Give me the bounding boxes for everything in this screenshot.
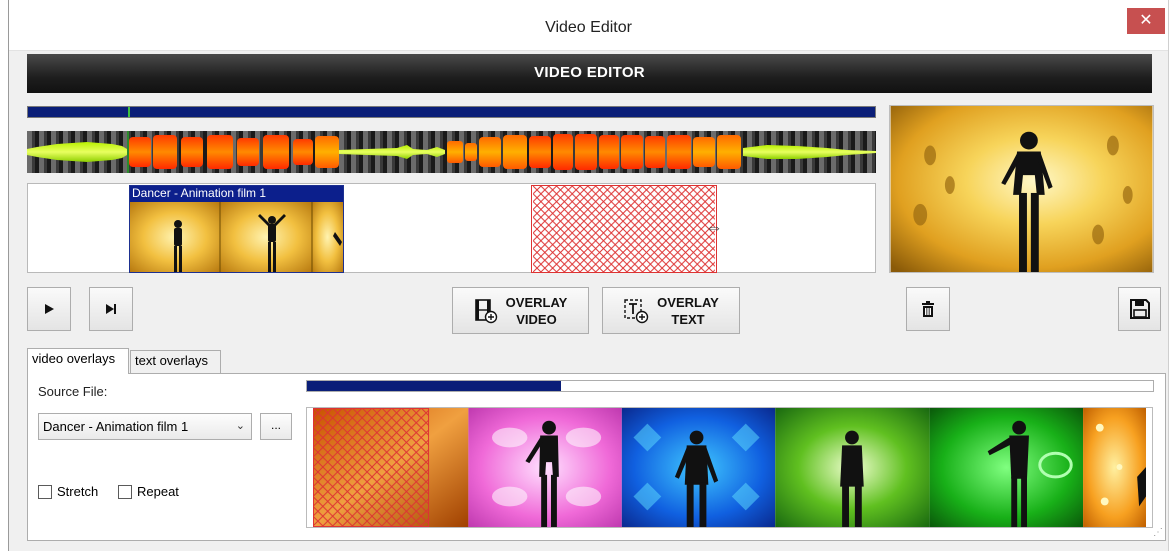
tab-text-overlays[interactable]: text overlays — [130, 350, 221, 373]
overlay-text-label-line1: OVERLAY — [657, 294, 719, 310]
overlay-region[interactable] — [531, 185, 717, 273]
window-title: Video Editor — [545, 19, 632, 36]
overlay-text-label-line2: TEXT — [671, 311, 705, 327]
source-file-value: Dancer - Animation film 1 — [43, 419, 189, 434]
source-filmstrip[interactable] — [306, 407, 1153, 528]
repeat-checkbox[interactable]: Repeat — [118, 484, 179, 499]
stretch-label: Stretch — [57, 484, 99, 499]
save-button[interactable] — [1118, 287, 1161, 331]
audio-waveform[interactable] — [27, 131, 876, 173]
film-add-icon — [474, 298, 497, 323]
overlay-video-label-line1: OVERLAY — [505, 294, 568, 310]
overlay-video-label-line2: VIDEO — [516, 311, 557, 327]
playhead-marker[interactable] — [128, 107, 130, 117]
trash-icon — [922, 301, 934, 317]
resize-grip-icon[interactable]: ⋰ — [1153, 527, 1163, 538]
video-overlays-panel: Source File: Dancer - Animation film 1 ⌄… — [27, 373, 1166, 541]
overlay-text-label: OVERLAY TEXT — [657, 294, 719, 328]
overlay-video-label: OVERLAY VIDEO — [506, 294, 568, 328]
save-icon — [1129, 299, 1150, 319]
overlay-text-button[interactable]: OVERLAY TEXT — [602, 287, 740, 334]
clip-label: Dancer - Animation film 1 — [130, 186, 343, 202]
chevron-down-icon: ⌄ — [235, 420, 245, 432]
timeline-position-bar[interactable] — [27, 106, 876, 118]
clip-track[interactable]: Dancer - Animation film 1 ⇔ — [27, 183, 876, 273]
source-position-bar[interactable] — [306, 380, 1154, 392]
resize-cursor-icon[interactable]: ⇔ — [705, 217, 723, 238]
clip-thumbnails — [130, 202, 343, 272]
delete-button[interactable] — [906, 287, 950, 331]
play-icon — [45, 304, 54, 314]
editor-header: VIDEO EDITOR — [27, 54, 1152, 93]
repeat-label: Repeat — [137, 484, 179, 499]
video-editor-window: Video Editor ✕ VIDEO EDITOR Dancer - Ani… — [8, 0, 1169, 551]
overlay-video-button[interactable]: OVERLAY VIDEO — [452, 287, 589, 334]
stretch-checkbox[interactable]: Stretch — [38, 484, 98, 499]
browse-button[interactable]: ... — [260, 413, 292, 440]
repeat-checkbox-box[interactable] — [118, 484, 132, 499]
title-bar: Video Editor ✕ — [9, 0, 1168, 51]
video-clip[interactable]: Dancer - Animation film 1 — [129, 185, 344, 273]
video-preview — [889, 105, 1154, 273]
source-position-fill — [307, 381, 561, 391]
source-file-label: Source File: — [38, 384, 108, 399]
stretch-checkbox-box[interactable] — [38, 484, 52, 499]
tab-video-overlays[interactable]: video overlays — [27, 348, 129, 374]
close-button[interactable]: ✕ — [1127, 8, 1165, 34]
text-add-icon — [624, 298, 649, 323]
source-file-select[interactable]: Dancer - Animation film 1 ⌄ — [38, 413, 252, 440]
play-button[interactable] — [27, 287, 71, 331]
step-forward-button[interactable] — [89, 287, 133, 331]
skip-next-icon — [106, 304, 116, 314]
